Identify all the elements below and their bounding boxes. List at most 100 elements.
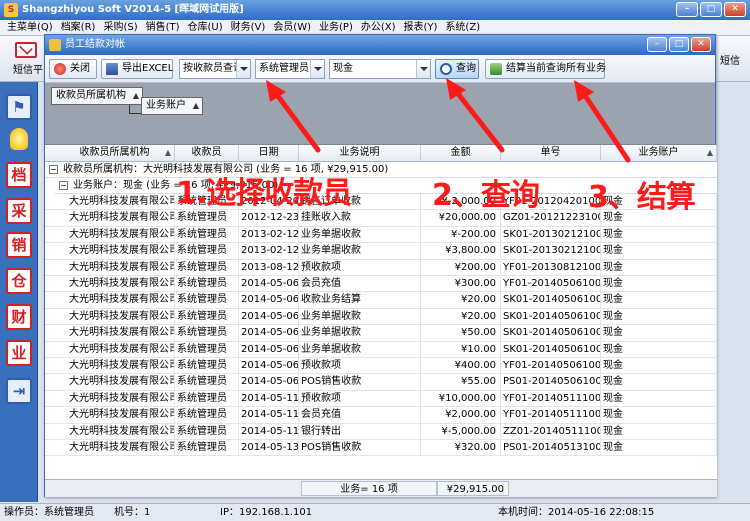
table-row[interactable]: 大光明科技发展有限公司 系统管理员 2014-05-06 预收款项 ¥400.00 YF0… [45, 358, 717, 375]
settle-all-button[interactable]: 结算当前查询所有业务 [485, 59, 606, 79]
group-chip-account-label: 业务账户 [146, 100, 186, 111]
table-row[interactable]: 大光明科技发展有限公司 系统管理员 2012-12-23 挂账收入款 ¥20,000.0… [45, 210, 717, 227]
sales-icon[interactable]: 销 [6, 232, 32, 258]
group-chip-account[interactable]: 业务账户 ▲ [141, 97, 203, 115]
table-cell: POS销售收款 [299, 374, 421, 391]
table-cell: 业务单据收款 [299, 243, 421, 260]
table-row[interactable]: 大光明科技发展有限公司 系统管理员 2013-02-12 业务单据收款 ¥3,800.0… [45, 243, 717, 260]
table-cell: ¥200.00 [421, 259, 501, 276]
group-row-org-label: 收款员所属机构：大光明科技发展有限公司 (业务 = 16 项, ¥29,915.… [63, 164, 389, 175]
table-row[interactable]: 大光明科技发展有限公司 系统管理员 2014-05-06 业务单据收款 ¥10.00 SK… [45, 341, 717, 358]
chevron-down-icon[interactable] [236, 60, 250, 78]
table-row[interactable]: 大光明科技发展有限公司 系统管理员 2014-05-13 POS销售收款 ¥320.00… [45, 440, 717, 457]
stop-icon [54, 63, 66, 75]
table-cell: 大光明科技发展有限公司 [67, 276, 175, 292]
table-cell: ¥10,000.00 [421, 390, 501, 407]
table-cell: 系统管理员 [175, 374, 239, 391]
account-select[interactable]: 现金 [329, 59, 431, 79]
warehouse-icon[interactable]: 仓 [6, 268, 32, 294]
menu-item[interactable]: 系统(Z) [441, 20, 484, 35]
menu-item[interactable]: 业务(P) [315, 20, 357, 35]
status-time: 本机时间：2014-05-16 22:08:15 [498, 507, 655, 518]
column-header[interactable]: 收款员 [175, 145, 239, 162]
window-close-button[interactable]: ✕ [691, 37, 711, 52]
table-row[interactable]: 大光明科技发展有限公司 系统管理员 2013-08-12 预收款项 ¥200.00 YF0… [45, 259, 717, 276]
column-header[interactable]: 日期 [239, 145, 299, 162]
flag-icon[interactable]: ⚑ [6, 94, 32, 120]
window-maximize-button[interactable]: □ [669, 37, 689, 52]
module-sidebar: ⚑ 档采销仓财业 ⇥ [0, 82, 38, 502]
table-cell: 2014-05-06 [239, 341, 299, 358]
table-row[interactable]: 大光明科技发展有限公司 系统管理员 2013-02-12 业务单据收款 ¥-200.00… [45, 226, 717, 244]
table-cell: 2013-02-12 [239, 226, 299, 243]
bulb-icon[interactable] [6, 126, 32, 152]
query-mode-select[interactable]: 按收款员查询 [179, 59, 251, 79]
column-header[interactable]: 业务账户 ▲ [601, 145, 717, 162]
column-header[interactable]: 业务说明 [299, 145, 421, 162]
table-cell: 2012-04-20 [239, 194, 299, 210]
table-cell: 现金 [601, 358, 717, 374]
app-maximize-button[interactable]: □ [700, 2, 722, 17]
purchase-icon[interactable]: 采 [6, 198, 32, 224]
table-cell: 预收款项 [299, 358, 421, 374]
envelope-icon [15, 42, 37, 58]
table-cell: 2014-05-06 [239, 308, 299, 325]
search-icon [440, 63, 452, 75]
menu-item[interactable]: 销售(T) [142, 20, 184, 35]
query-button-label: 查询 [456, 63, 476, 74]
menu-item[interactable]: 档案(R) [57, 20, 100, 35]
footer-total: ¥29,915.00 [437, 481, 509, 496]
table-cell: 收款业务结算 [299, 292, 421, 309]
table-row[interactable]: 大光明科技发展有限公司 系统管理员 2014-05-06 POS销售收款 ¥55.00 P… [45, 374, 717, 391]
business-icon[interactable]: 业 [6, 340, 32, 366]
toolbar-sms-stub[interactable]: 短信 [720, 52, 740, 67]
menu-item[interactable]: 仓库(U) [184, 20, 227, 35]
table-row[interactable]: 大光明科技发展有限公司 系统管理员 2014-05-06 业务单据收款 ¥50.00 SK… [45, 325, 717, 342]
close-button[interactable]: 关闭 [49, 59, 97, 79]
group-row-account[interactable]: − 业务账户：现金 (业务 = 16 项, ¥29,915.00) [55, 178, 717, 194]
table-row[interactable]: 大光明科技发展有限公司 系统管理员 2014-05-11 预收款项 ¥10,000.00… [45, 390, 717, 408]
exit-icon[interactable]: ⇥ [6, 378, 32, 404]
collapse-icon[interactable]: − [49, 165, 58, 174]
column-header[interactable]: 收款员所属机构 ▲ [55, 145, 175, 162]
menu-item[interactable]: 会员(W) [269, 20, 315, 35]
column-header[interactable]: 金额 [421, 145, 501, 162]
table-cell: 现金 [601, 325, 717, 342]
table-cell: 现金 [601, 226, 717, 243]
chevron-down-icon[interactable] [416, 60, 430, 78]
menu-item[interactable]: 采购(S) [99, 20, 141, 35]
table-cell: 2013-08-12 [239, 259, 299, 276]
table-cell: ¥20.00 [421, 292, 501, 309]
table-row[interactable]: 大光明科技发展有限公司 系统管理员 2014-05-11 银行转出 ¥-5,000.00… [45, 423, 717, 440]
menu-item[interactable]: 财务(V) [227, 20, 270, 35]
archive-icon[interactable]: 档 [6, 162, 32, 188]
menu-item[interactable]: 主菜单(Q) [3, 20, 57, 35]
app-minimize-button[interactable]: – [676, 2, 698, 17]
table-cell: 现金 [601, 243, 717, 260]
group-row-org[interactable]: − 收款员所属机构：大光明科技发展有限公司 (业务 = 16 项, ¥29,91… [45, 162, 717, 178]
table-cell: 业务单据收款 [299, 226, 421, 243]
finance-icon[interactable]: 财 [6, 304, 32, 330]
table-row[interactable]: 大光明科技发展有限公司 系统管理员 2014-05-06 会员充值 ¥300.00 YF0… [45, 276, 717, 293]
menu-item[interactable]: 办公(X) [357, 20, 400, 35]
table-cell: 2014-05-06 [239, 292, 299, 309]
table-cell: 系统管理员 [175, 423, 239, 440]
export-excel-button[interactable]: 导出EXCEL [101, 59, 173, 79]
sms-platform-button[interactable]: 短信平 [6, 40, 46, 80]
cashier-select[interactable]: 系统管理员 [255, 59, 325, 79]
table-row[interactable]: 大光明科技发展有限公司 系统管理员 2012-04-20 销售订单收款 ¥-2,000.… [45, 194, 717, 211]
query-button[interactable]: 查询 [435, 59, 479, 79]
chevron-down-icon[interactable] [310, 60, 324, 78]
group-chip-org[interactable]: 收款员所属机构 ▲ [51, 87, 143, 105]
table-cell: 现金 [601, 390, 717, 407]
table-row[interactable]: 大光明科技发展有限公司 系统管理员 2014-05-06 业务单据收款 ¥20.00 SK… [45, 308, 717, 326]
table-cell: 会员充值 [299, 276, 421, 292]
bulb-shape [10, 128, 28, 150]
menu-item[interactable]: 报表(Y) [400, 20, 442, 35]
window-minimize-button[interactable]: – [647, 37, 667, 52]
app-close-button[interactable]: ✕ [724, 2, 746, 17]
table-row[interactable]: 大光明科技发展有限公司 系统管理员 2014-05-06 收款业务结算 ¥20.00 SK… [45, 292, 717, 309]
column-header[interactable]: 单号 [501, 145, 601, 162]
table-row[interactable]: 大光明科技发展有限公司 系统管理员 2014-05-11 会员充值 ¥2,000.00 Y… [45, 407, 717, 424]
collapse-icon[interactable]: − [59, 181, 68, 190]
